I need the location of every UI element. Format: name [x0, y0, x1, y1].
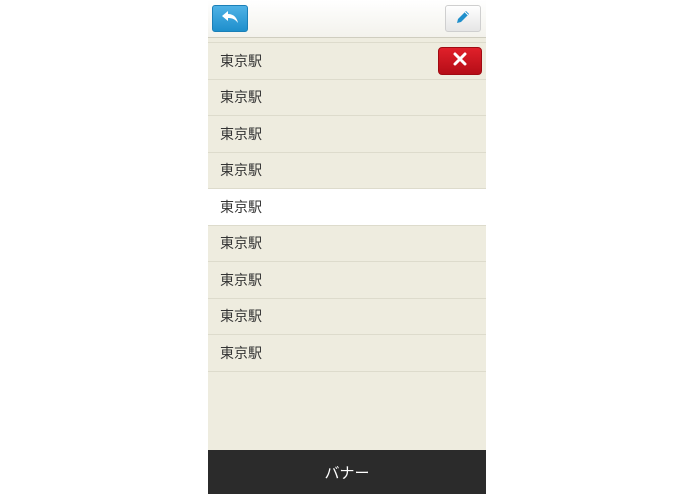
station-list: 東京駅 東京駅 東京駅 東京駅 東京駅 東京駅 東京駅 東京駅 東京駅 [208, 42, 486, 372]
list-item[interactable]: 東京駅 [208, 80, 486, 116]
top-bar [208, 0, 486, 38]
banner[interactable]: バナー [208, 450, 486, 494]
station-label: 東京駅 [220, 345, 262, 362]
station-label: 東京駅 [220, 236, 262, 253]
app-screen: 東京駅 東京駅 東京駅 東京駅 東京駅 東京駅 東京駅 東京駅 東京駅 バナー [208, 0, 486, 494]
list-item[interactable]: 東京駅 [208, 299, 486, 335]
reply-arrow-icon [221, 9, 239, 28]
pencil-icon [455, 9, 471, 29]
list-item[interactable]: 東京駅 [208, 153, 486, 189]
list-item[interactable]: 東京駅 [208, 43, 486, 80]
station-label: 東京駅 [220, 126, 262, 143]
station-label: 東京駅 [220, 53, 262, 70]
close-x-icon [453, 52, 467, 70]
list-item-selected[interactable]: 東京駅 [208, 189, 486, 226]
list-item[interactable]: 東京駅 [208, 116, 486, 153]
station-label: 東京駅 [220, 309, 262, 326]
list-item[interactable]: 東京駅 [208, 335, 486, 372]
station-label: 東京駅 [220, 199, 262, 216]
banner-label: バナー [324, 463, 370, 482]
delete-button[interactable] [438, 47, 482, 75]
list-item[interactable]: 東京駅 [208, 262, 486, 299]
station-label: 東京駅 [220, 272, 262, 289]
back-button[interactable] [212, 5, 248, 32]
station-label: 東京駅 [220, 90, 262, 107]
station-label: 東京駅 [220, 163, 262, 180]
edit-button[interactable] [445, 5, 481, 32]
list-item[interactable]: 東京駅 [208, 226, 486, 262]
